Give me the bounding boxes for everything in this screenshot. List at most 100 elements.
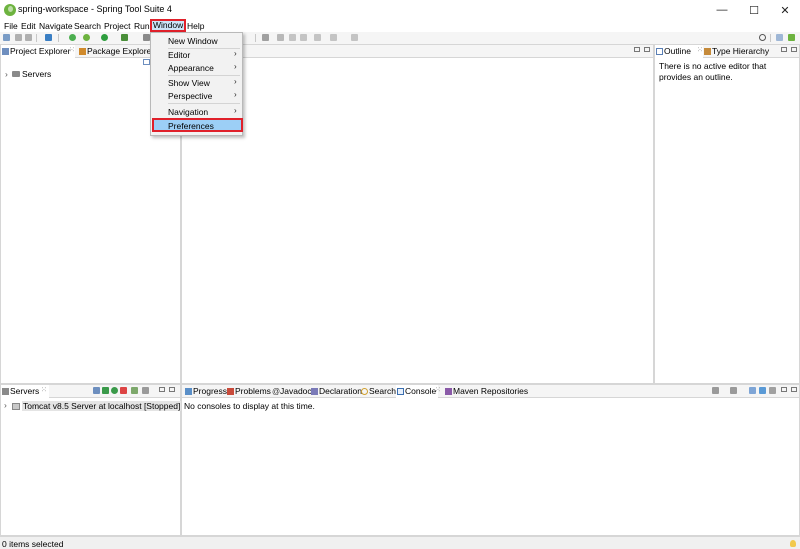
bottom-views-panel: Progress Problems @ Javadoc Declaration …: [181, 384, 800, 536]
close-button[interactable]: ✕: [770, 0, 800, 20]
submenu-arrow-icon: ›: [234, 90, 237, 99]
open-console-icon[interactable]: [712, 387, 719, 394]
menu-search[interactable]: Search: [74, 20, 101, 32]
stop-server-icon[interactable]: [120, 387, 127, 394]
minimize-icon[interactable]: [634, 47, 640, 52]
tab-console[interactable]: Console: [396, 385, 438, 398]
maximize-icon[interactable]: [644, 47, 650, 52]
terminal-icon[interactable]: [45, 34, 52, 41]
tab-project-explorer[interactable]: Project Explorer: [1, 45, 75, 58]
servers-panel: Servers ⁙ › Tomcat v8.5 Server at localh…: [0, 384, 182, 536]
menu-window[interactable]: Window: [150, 19, 187, 32]
status-text: 0 items selected: [2, 539, 64, 549]
menu-file[interactable]: File: [4, 20, 18, 32]
save-icon[interactable]: [15, 34, 22, 41]
maximize-button[interactable]: ☐: [739, 0, 769, 20]
window-menu-dropdown: New Window Editor › Appearance › Show Vi…: [150, 32, 243, 136]
maximize-icon[interactable]: [791, 387, 797, 392]
view-menu-icon[interactable]: [142, 387, 149, 394]
tree-expand-icon[interactable]: ›: [4, 400, 7, 410]
menu-item-appearance[interactable]: Appearance: [168, 63, 214, 73]
save-all-icon[interactable]: [25, 34, 32, 41]
menu-run[interactable]: Run: [134, 20, 150, 32]
tab-declaration[interactable]: Declaration: [310, 385, 365, 398]
menu-item-new-window[interactable]: New Window: [168, 36, 218, 46]
external-tools-icon[interactable]: [121, 34, 128, 41]
tab-problems[interactable]: Problems: [226, 385, 271, 398]
publish-icon[interactable]: [131, 387, 138, 394]
tip-lightbulb-icon[interactable]: [790, 540, 796, 547]
pin-console-icon[interactable]: [759, 387, 766, 394]
spring-perspective-icon[interactable]: [788, 34, 795, 41]
search-toolbar-icon[interactable]: [143, 34, 150, 41]
project-explorer-icon: [2, 48, 9, 55]
search-view-icon: [361, 388, 368, 395]
console-icon: [397, 388, 404, 395]
tree-expand-icon[interactable]: ›: [5, 69, 8, 79]
tab-maven-repositories[interactable]: Maven Repositories: [444, 385, 544, 398]
menu-item-navigation[interactable]: Navigation: [168, 107, 208, 117]
tab-package-explorer[interactable]: Package Explorer: [78, 45, 158, 58]
tab-type-hierarchy[interactable]: Type Hierarchy: [703, 45, 777, 58]
outline-empty-message: There is no active editor that provides …: [659, 61, 767, 82]
menu-edit[interactable]: Edit: [21, 20, 36, 32]
close-tab-icon[interactable]: ⁙: [41, 385, 47, 397]
tree-item-servers[interactable]: Servers: [22, 69, 51, 79]
forward-icon[interactable]: [300, 34, 307, 41]
menu-bar: File Edit Navigate Search Project Run Wi…: [0, 19, 800, 32]
close-tab-icon[interactable]: ⁙: [69, 45, 75, 57]
submenu-arrow-icon: ›: [234, 62, 237, 71]
submenu-arrow-icon: ›: [234, 77, 237, 86]
servers-icon: [2, 388, 9, 395]
javadoc-icon: @: [272, 387, 281, 396]
new-console-icon[interactable]: [749, 387, 756, 394]
last-edit-icon[interactable]: [314, 34, 321, 41]
outline-icon: [656, 48, 663, 55]
pin-icon[interactable]: [351, 34, 358, 41]
menu-navigate[interactable]: Navigate: [39, 20, 73, 32]
outline-panel: Outline ⁙ Type Hierarchy There is no act…: [654, 44, 800, 384]
console-empty-message: No consoles to display at this time.: [184, 401, 315, 411]
new-icon[interactable]: [3, 34, 10, 41]
debug-server-icon[interactable]: [93, 387, 100, 394]
menu-help[interactable]: Help: [187, 20, 204, 32]
open-perspective-icon[interactable]: [776, 34, 783, 41]
profile-server-icon[interactable]: [111, 387, 118, 394]
run-icon[interactable]: [101, 34, 108, 41]
minimize-icon[interactable]: [781, 47, 787, 52]
next-annotation-icon[interactable]: [277, 34, 284, 41]
start-server-icon[interactable]: [102, 387, 109, 394]
main-toolbar: [0, 32, 800, 44]
menu-project[interactable]: Project: [104, 20, 130, 32]
display-console-icon[interactable]: [730, 387, 737, 394]
menu-item-preferences[interactable]: Preferences: [152, 118, 243, 132]
status-bar: 0 items selected: [0, 536, 800, 549]
close-tab-icon[interactable]: ⁙: [435, 385, 441, 397]
search-icon[interactable]: [759, 34, 766, 41]
tab-javadoc[interactable]: @ Javadoc: [271, 385, 312, 398]
console-view-menu-icon[interactable]: [769, 387, 776, 394]
maximize-icon[interactable]: [169, 387, 175, 392]
boot-dashboard-icon[interactable]: [83, 34, 90, 41]
menu-item-perspective[interactable]: Perspective: [168, 91, 212, 101]
history-icon[interactable]: [330, 34, 337, 41]
back-icon[interactable]: [289, 34, 296, 41]
collapse-all-icon[interactable]: [143, 59, 150, 65]
tab-outline[interactable]: Outline: [655, 45, 703, 58]
menu-item-editor[interactable]: Editor: [168, 50, 190, 60]
submenu-arrow-icon: ›: [234, 106, 237, 115]
minimize-icon[interactable]: [159, 387, 165, 392]
menu-item-show-view[interactable]: Show View: [168, 78, 210, 88]
close-tab-icon[interactable]: ⁙: [697, 45, 703, 57]
tab-progress[interactable]: Progress: [184, 385, 228, 398]
package-explorer-icon: [79, 48, 86, 55]
maximize-icon[interactable]: [791, 47, 797, 52]
tomcat-server-icon: [12, 403, 20, 410]
server-row-tomcat[interactable]: Tomcat v8.5 Server at localhost [Stopped…: [22, 401, 182, 411]
annotation-icon[interactable]: [262, 34, 269, 41]
tab-search[interactable]: Search: [360, 385, 398, 398]
maven-icon: [445, 388, 452, 395]
minimize-icon[interactable]: [781, 387, 787, 392]
minimize-button[interactable]: —: [707, 0, 737, 20]
debug-icon[interactable]: [69, 34, 76, 41]
